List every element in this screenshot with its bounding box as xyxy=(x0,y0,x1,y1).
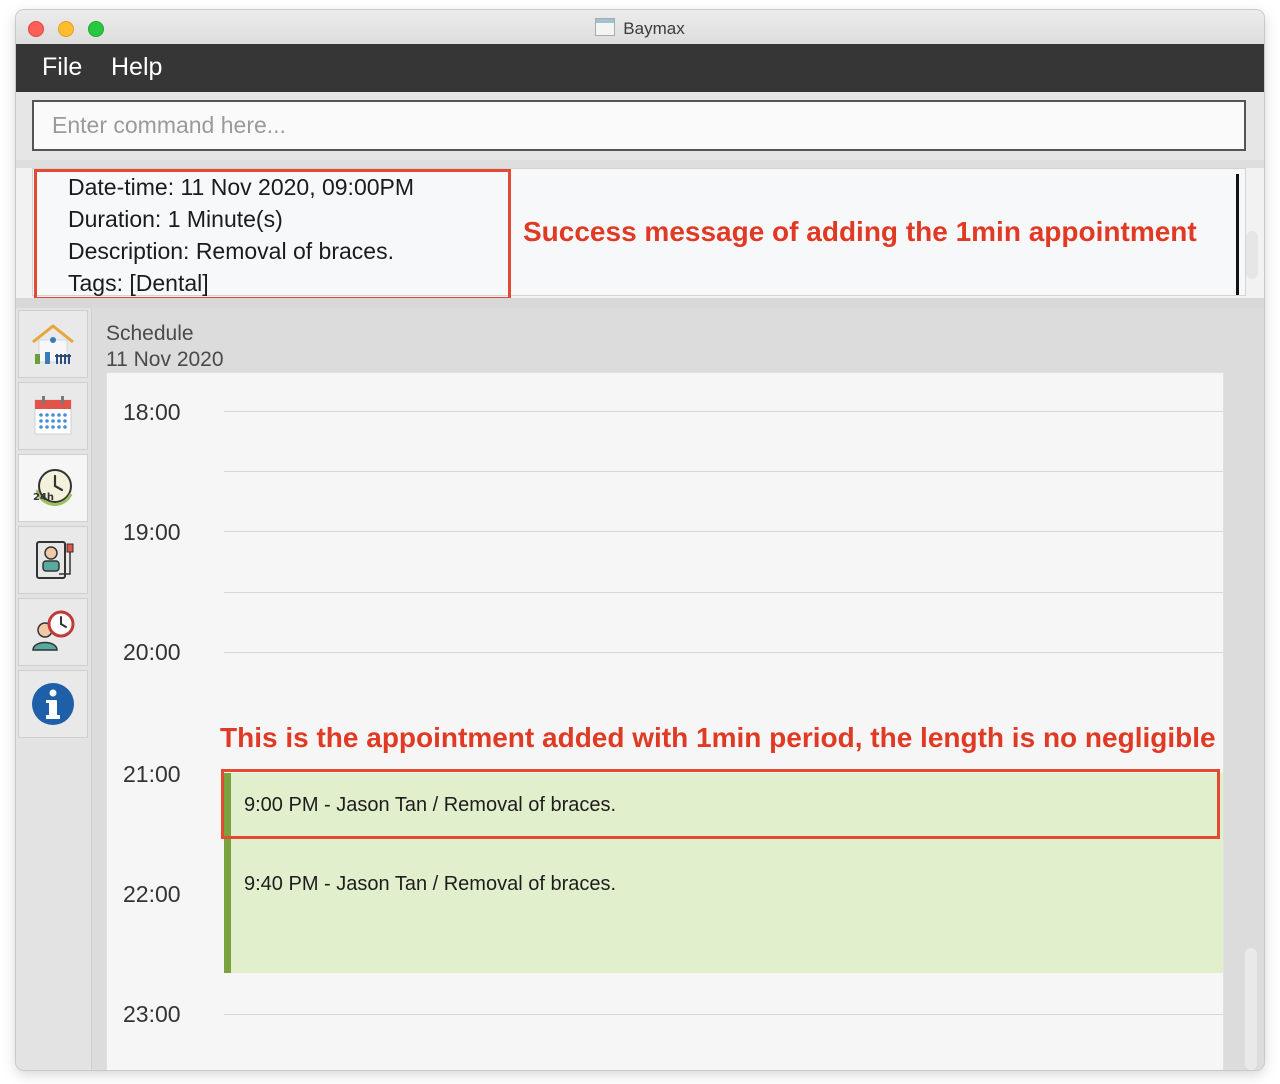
annotation-appointment-note: This is the appointment added with 1min … xyxy=(220,722,1216,753)
hour-line xyxy=(224,652,1223,653)
appointment-block[interactable]: 9:40 PM - Jason Tan / Removal of braces. xyxy=(224,835,1223,973)
half-hour-line xyxy=(224,592,1223,593)
time-label-18: 18:00 xyxy=(123,399,181,425)
sidebar-tab-patients[interactable] xyxy=(18,526,88,594)
time-label-23: 23:00 xyxy=(123,1001,181,1027)
menu-help[interactable]: Help xyxy=(111,53,162,82)
sidebar-tab-dashboard[interactable] xyxy=(18,310,88,378)
time-label-19: 19:00 xyxy=(123,519,181,545)
schedule-scrollbar[interactable] xyxy=(1245,948,1257,1070)
menu-file[interactable]: File xyxy=(42,53,82,82)
menu-bar: File Help xyxy=(16,44,1264,92)
title-bar: Baymax xyxy=(16,10,1264,45)
time-label-20: 20:00 xyxy=(123,639,181,665)
command-area xyxy=(16,92,1264,160)
svg-text:24h: 24h xyxy=(33,492,54,503)
app-icon xyxy=(595,18,616,36)
hour-line xyxy=(224,411,1223,412)
doctor-clock-icon xyxy=(32,610,75,651)
app-window: Baymax File Help Date-time: 11 Nov 2020,… xyxy=(16,10,1264,1070)
hour-line xyxy=(224,531,1223,532)
schedule-panel: Schedule 11 Nov 2020 18:00 19:00 20:00 2… xyxy=(92,308,1264,1070)
command-input[interactable] xyxy=(32,100,1246,151)
sidebar-tab-schedule[interactable]: 24h xyxy=(18,454,88,522)
schedule-title: Schedule xyxy=(106,322,194,345)
patient-record-icon xyxy=(36,541,74,579)
result-scrollbar[interactable] xyxy=(1246,231,1258,279)
annotation-success-note: Success message of adding the 1min appoi… xyxy=(523,216,1197,247)
time-label-22: 22:00 xyxy=(123,881,181,907)
sidebar: 24h xyxy=(16,308,92,1070)
divider-lower xyxy=(16,298,1264,308)
schedule-date: 11 Nov 2020 xyxy=(106,348,224,371)
result-text-caret xyxy=(1236,174,1239,295)
annotation-box-appointment xyxy=(221,769,1220,839)
window-title: Baymax xyxy=(623,19,685,38)
sidebar-tab-appointments[interactable] xyxy=(18,598,88,666)
sidebar-tab-info[interactable] xyxy=(18,670,88,738)
time-label-21: 21:00 xyxy=(123,761,181,787)
window-title-group: Baymax xyxy=(16,18,1264,39)
home-icon xyxy=(32,324,74,364)
clock-24h-icon: 24h xyxy=(33,469,73,506)
calendar-icon xyxy=(34,396,72,435)
day-calendar[interactable]: 18:00 19:00 20:00 21:00 22:00 23:00 9:00… xyxy=(106,372,1224,1070)
sidebar-tab-calendar[interactable] xyxy=(18,382,88,450)
divider xyxy=(16,160,1264,168)
appointment-label: 9:40 PM - Jason Tan / Removal of braces. xyxy=(244,873,617,895)
annotation-box-success xyxy=(34,169,511,300)
hour-line xyxy=(224,1014,1223,1015)
half-hour-line xyxy=(224,471,1223,472)
info-icon xyxy=(32,683,74,725)
